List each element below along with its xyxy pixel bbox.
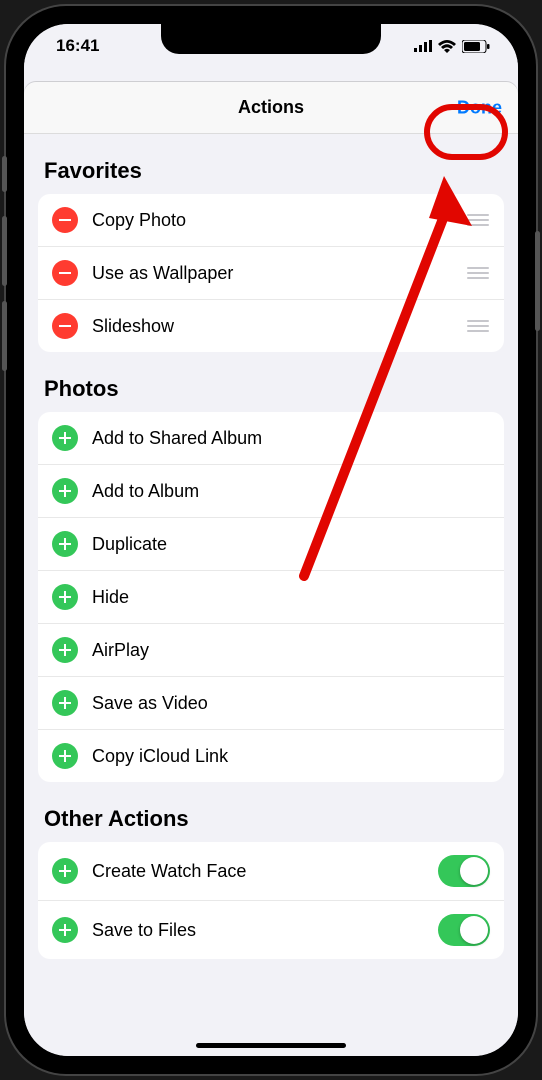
remove-icon[interactable] <box>52 260 78 286</box>
reorder-handle-icon[interactable] <box>466 320 490 332</box>
add-icon[interactable] <box>52 584 78 610</box>
remove-icon[interactable] <box>52 207 78 233</box>
row-label: Create Watch Face <box>92 861 438 882</box>
row-label: Duplicate <box>92 534 490 555</box>
row-label: Hide <box>92 587 490 608</box>
status-time: 16:41 <box>56 36 99 56</box>
toggle-switch[interactable] <box>438 855 490 887</box>
add-icon[interactable] <box>52 425 78 451</box>
add-icon[interactable] <box>52 637 78 663</box>
nav-bar: Actions Done <box>24 82 518 134</box>
list-item[interactable]: Add to Album <box>38 465 504 518</box>
list-item[interactable]: Save to Files <box>38 901 504 959</box>
row-label: AirPlay <box>92 640 490 661</box>
toggle-switch[interactable] <box>438 914 490 946</box>
home-indicator[interactable] <box>196 1043 346 1048</box>
photos-list: Add to Shared Album Add to Album Duplica… <box>38 412 504 782</box>
row-label: Copy iCloud Link <box>92 746 490 767</box>
add-icon[interactable] <box>52 858 78 884</box>
wifi-icon <box>438 40 456 53</box>
screen: 16:41 Actions Done Favorites <box>24 24 518 1056</box>
add-icon[interactable] <box>52 690 78 716</box>
list-item[interactable]: Copy Photo <box>38 194 504 247</box>
favorites-header: Favorites <box>24 134 518 194</box>
list-item[interactable]: Add to Shared Album <box>38 412 504 465</box>
remove-icon[interactable] <box>52 313 78 339</box>
side-button <box>535 231 540 331</box>
device-frame: 16:41 Actions Done Favorites <box>6 6 536 1074</box>
list-item[interactable]: Copy iCloud Link <box>38 730 504 782</box>
row-label: Save as Video <box>92 693 490 714</box>
list-item[interactable]: Duplicate <box>38 518 504 571</box>
add-icon[interactable] <box>52 917 78 943</box>
list-item[interactable]: Hide <box>38 571 504 624</box>
add-icon[interactable] <box>52 531 78 557</box>
list-item[interactable]: Slideshow <box>38 300 504 352</box>
row-label: Save to Files <box>92 920 438 941</box>
volume-up-button <box>2 216 7 286</box>
volume-down-button <box>2 301 7 371</box>
reorder-handle-icon[interactable] <box>466 267 490 279</box>
other-actions-list: Create Watch Face Save to Files <box>38 842 504 959</box>
row-label: Add to Album <box>92 481 490 502</box>
silent-switch <box>2 156 7 192</box>
content-scroll[interactable]: Favorites Copy Photo Use as Wallpaper <box>24 134 518 1056</box>
reorder-handle-icon[interactable] <box>466 214 490 226</box>
list-item[interactable]: Save as Video <box>38 677 504 730</box>
cellular-icon <box>414 40 432 52</box>
photos-header: Photos <box>24 352 518 412</box>
row-label: Slideshow <box>92 316 466 337</box>
row-label: Use as Wallpaper <box>92 263 466 284</box>
row-label: Add to Shared Album <box>92 428 490 449</box>
done-button[interactable]: Done <box>457 97 502 118</box>
edit-actions-sheet: Actions Done Favorites Copy Photo <box>24 82 518 1056</box>
list-item[interactable]: Use as Wallpaper <box>38 247 504 300</box>
nav-title: Actions <box>238 97 304 118</box>
add-icon[interactable] <box>52 743 78 769</box>
other-actions-header: Other Actions <box>24 782 518 842</box>
favorites-list: Copy Photo Use as Wallpaper <box>38 194 504 352</box>
status-right <box>414 40 490 53</box>
row-label: Copy Photo <box>92 210 466 231</box>
add-icon[interactable] <box>52 478 78 504</box>
list-item[interactable]: Create Watch Face <box>38 842 504 901</box>
battery-icon <box>462 40 490 53</box>
list-item[interactable]: AirPlay <box>38 624 504 677</box>
notch <box>161 24 381 54</box>
